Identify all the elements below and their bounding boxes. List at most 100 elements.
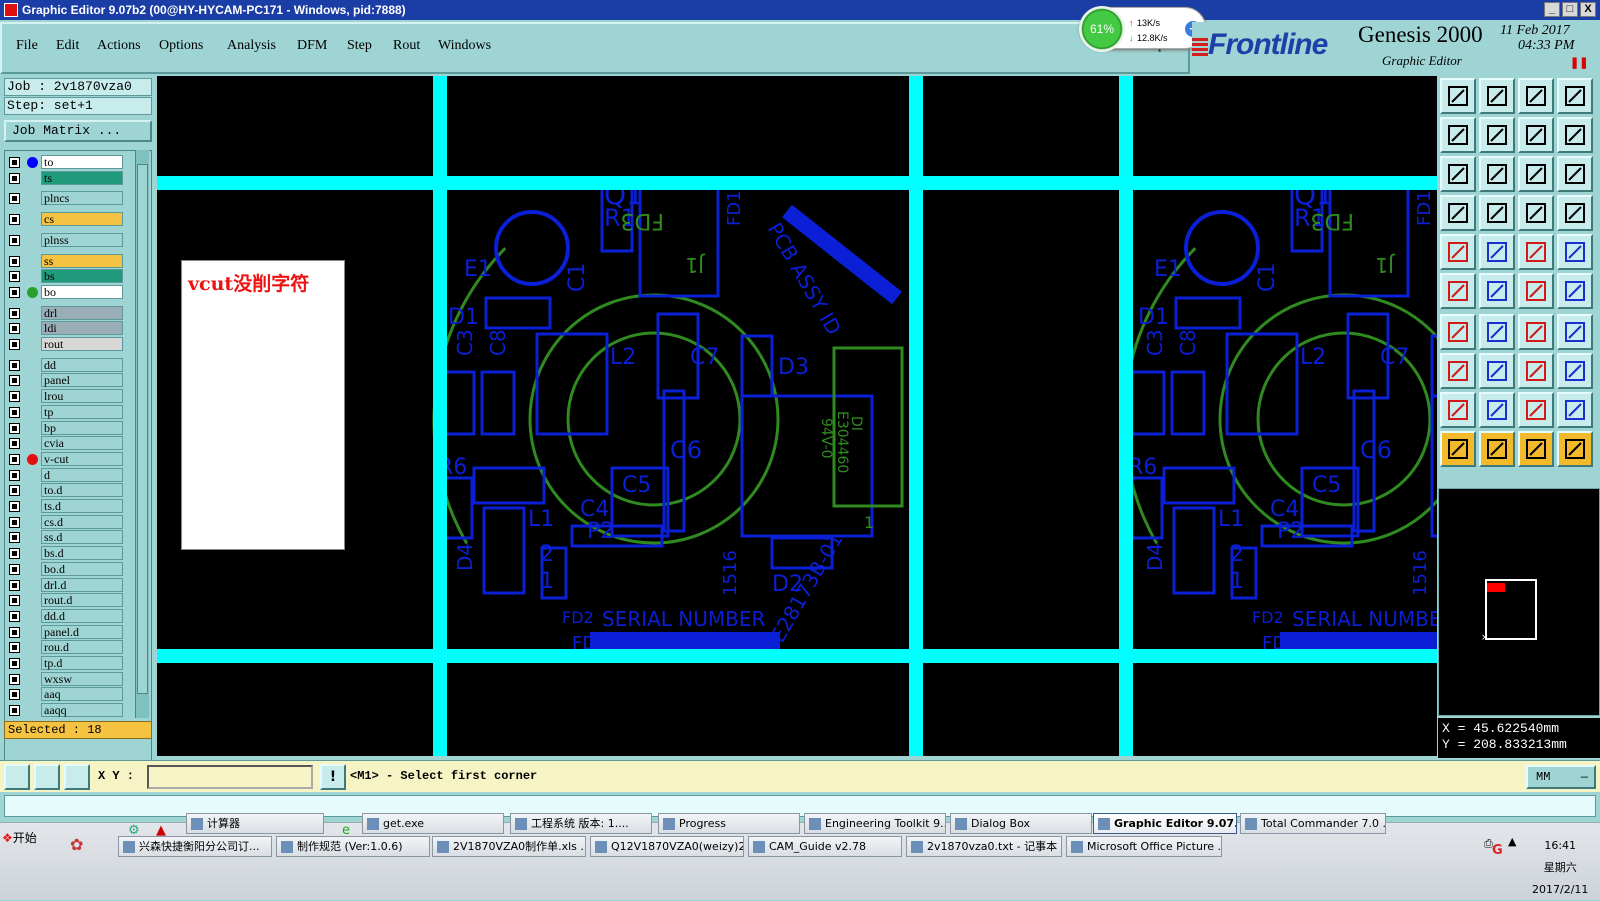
taskbar-item[interactable]: 计算器 bbox=[186, 813, 324, 834]
layer-name[interactable]: rou.d bbox=[41, 640, 123, 655]
layer-row[interactable]: panel bbox=[9, 373, 125, 388]
layer-row[interactable]: ss.d bbox=[9, 530, 125, 545]
layer-name[interactable]: lrou bbox=[41, 389, 123, 404]
layer-name[interactable]: ss.d bbox=[41, 530, 123, 545]
point-icon[interactable] bbox=[1440, 353, 1476, 389]
layer-name[interactable]: plnss bbox=[41, 232, 123, 247]
minimize-button[interactable]: _ bbox=[1544, 2, 1560, 17]
layer-checkbox[interactable] bbox=[9, 193, 20, 205]
layer-name[interactable]: tp.d bbox=[41, 656, 123, 670]
triangle-c-icon[interactable] bbox=[1518, 392, 1554, 428]
maximize-button[interactable]: □ bbox=[1562, 2, 1578, 17]
layer-a-icon[interactable] bbox=[1518, 195, 1554, 231]
alert-icon[interactable]: ! bbox=[320, 764, 346, 790]
layer-row[interactable]: cs bbox=[9, 212, 125, 227]
layer-row[interactable]: d bbox=[9, 467, 125, 483]
layer-row[interactable]: cs.d bbox=[9, 514, 125, 530]
layer-checkbox[interactable] bbox=[9, 391, 20, 403]
layer-name[interactable]: dd.d bbox=[41, 608, 123, 623]
text-icon[interactable] bbox=[1557, 314, 1593, 350]
prev-step-icon[interactable] bbox=[1440, 117, 1476, 153]
layer-checkbox[interactable] bbox=[9, 532, 20, 544]
taskbar-item[interactable]: 工程系统 版本: 1.... bbox=[510, 813, 652, 834]
pause-icon[interactable]: ❚❚ bbox=[1570, 56, 1588, 69]
connect-icon[interactable] bbox=[1440, 273, 1476, 309]
layer-checkbox[interactable] bbox=[9, 595, 20, 607]
layer-row[interactable]: v-cut bbox=[9, 451, 125, 467]
layer-name[interactable]: to.d bbox=[41, 483, 123, 498]
select-multi-icon[interactable] bbox=[1557, 431, 1593, 467]
layer-name[interactable]: cs bbox=[41, 212, 123, 227]
layer-name[interactable]: bo.d bbox=[41, 561, 123, 576]
layer-checkbox[interactable] bbox=[9, 406, 20, 418]
layer-name[interactable]: bp bbox=[41, 420, 123, 435]
taskbar-item[interactable]: Progress bbox=[658, 813, 800, 834]
zoom-1-2-icon[interactable] bbox=[1518, 156, 1554, 192]
menu-file[interactable]: File bbox=[16, 38, 38, 54]
redo-icon[interactable] bbox=[1557, 117, 1593, 153]
select-box-icon[interactable] bbox=[1479, 431, 1515, 467]
layer-checkbox[interactable] bbox=[9, 658, 20, 669]
quicklaunch-icon[interactable]: ✿ bbox=[70, 835, 83, 854]
layer-row[interactable]: plncs bbox=[9, 191, 125, 206]
layer-list[interactable]: to ts plncs cs plnss ss bs bo drl ldi rout dd panel l… bbox=[4, 150, 152, 810]
layer-checkbox[interactable] bbox=[9, 469, 20, 481]
layer-checkbox[interactable] bbox=[9, 579, 20, 591]
home-icon[interactable] bbox=[1518, 78, 1554, 114]
layer-checkbox[interactable] bbox=[9, 689, 20, 701]
layer-row[interactable]: drl.d bbox=[9, 577, 125, 593]
menu-options[interactable]: Options bbox=[159, 38, 203, 54]
layer-row[interactable]: dd bbox=[9, 357, 125, 373]
taskbar-item[interactable]: 2v1870vza0.txt - 记事本 bbox=[906, 836, 1062, 857]
zoom-fit-icon[interactable] bbox=[1440, 156, 1476, 192]
layer-row[interactable]: cvia bbox=[9, 436, 125, 451]
layer-name[interactable]: ts bbox=[41, 170, 123, 185]
layer-row[interactable]: plnss bbox=[9, 232, 125, 248]
layer-b-icon[interactable] bbox=[1557, 195, 1593, 231]
tray-expand-icon[interactable]: ▲ bbox=[1508, 835, 1516, 848]
menu-edit[interactable]: Edit bbox=[56, 38, 79, 54]
triangle-b-icon[interactable] bbox=[1479, 392, 1515, 428]
taskbar-item[interactable]: Q12V1870VZA0(weizy)2... bbox=[590, 836, 744, 857]
layer-row[interactable]: wxsw bbox=[9, 671, 125, 687]
layer-checkbox[interactable] bbox=[9, 157, 20, 168]
layer-checkbox[interactable] bbox=[9, 214, 20, 226]
dimension-icon[interactable] bbox=[1518, 353, 1554, 389]
taskbar-item[interactable]: 2V1870VZA0制作单.xls ... bbox=[432, 836, 586, 857]
layer-row[interactable]: dd.d bbox=[9, 608, 125, 624]
minus-line-icon[interactable] bbox=[1479, 353, 1515, 389]
layer-name[interactable]: wxsw bbox=[41, 671, 123, 686]
arc-icon[interactable] bbox=[1518, 314, 1554, 350]
layer-row[interactable]: tp bbox=[9, 404, 125, 420]
layer-checkbox[interactable] bbox=[9, 626, 20, 638]
select-mode-icon[interactable] bbox=[1518, 431, 1554, 467]
job-matrix-button[interactable]: Job Matrix ... bbox=[4, 120, 152, 142]
window-icon[interactable] bbox=[1557, 78, 1593, 114]
taskbar-item[interactable]: Graphic Editor 9.07... bbox=[1093, 813, 1237, 834]
select-arrow-icon[interactable] bbox=[1440, 431, 1476, 467]
units-select[interactable]: MM — bbox=[1526, 765, 1596, 789]
grid-icon[interactable] bbox=[64, 764, 90, 790]
taskbar-item[interactable]: 制作规范 (Ver:1.0.6) bbox=[276, 836, 430, 857]
menu-analysis[interactable]: Analysis bbox=[227, 38, 276, 54]
menu-dfm[interactable]: DFM bbox=[297, 38, 327, 54]
layer-row[interactable]: tp.d bbox=[9, 656, 125, 671]
tray-app-icon[interactable]: G bbox=[1492, 843, 1503, 858]
layer-row[interactable]: bs.d bbox=[9, 546, 125, 561]
menu-step[interactable]: Step bbox=[347, 38, 372, 54]
layer-name[interactable]: to bbox=[41, 155, 123, 169]
layer-name[interactable]: drl bbox=[41, 305, 123, 320]
layer-row[interactable]: lrou bbox=[9, 389, 125, 404]
move-icon[interactable] bbox=[1518, 273, 1554, 309]
layer-row[interactable]: bo.d bbox=[9, 561, 125, 577]
layer-name[interactable]: bs bbox=[41, 269, 123, 284]
layer-checkbox[interactable] bbox=[9, 453, 20, 465]
layer-name[interactable]: ss bbox=[41, 253, 123, 268]
triangle-d-icon[interactable] bbox=[1557, 392, 1593, 428]
taskbar-item[interactable]: get.exe bbox=[362, 813, 504, 834]
line-edit-icon[interactable] bbox=[1479, 234, 1515, 270]
layer-checkbox[interactable] bbox=[9, 438, 20, 450]
layer-checkbox[interactable] bbox=[9, 271, 20, 283]
board-icon[interactable] bbox=[1557, 353, 1593, 389]
cross-icon[interactable] bbox=[1479, 273, 1515, 309]
